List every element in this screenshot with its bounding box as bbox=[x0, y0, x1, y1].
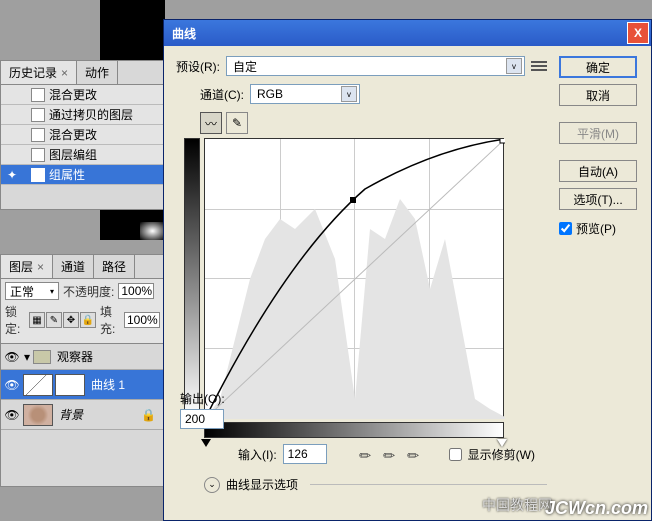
chevron-down-icon: v bbox=[506, 58, 522, 74]
preview-checkbox[interactable] bbox=[559, 222, 572, 235]
layer-group-row[interactable]: 👁 ▾ 观察器 bbox=[1, 344, 164, 370]
output-gradient bbox=[184, 138, 200, 418]
black-point-slider[interactable] bbox=[201, 439, 211, 447]
tab-channels[interactable]: 通道 bbox=[53, 255, 94, 278]
layers-panel: 图层× 通道 路径 正常▾ 不透明度: 100% 锁定: ▦ ✎ ✥ 🔒 填充:… bbox=[0, 254, 165, 487]
white-point-slider[interactable] bbox=[497, 439, 507, 447]
lock-all-icon[interactable]: 🔒 bbox=[80, 312, 96, 328]
lock-move-icon[interactable]: ✥ bbox=[63, 312, 79, 328]
group-expand-icon[interactable]: ▾ bbox=[21, 350, 33, 364]
ok-button[interactable]: 确定 bbox=[559, 56, 637, 78]
curves-dialog: 曲线 X 预设(R): 自定 v 通道(C): RGB v bbox=[163, 19, 652, 521]
eyedrop-gray-icon[interactable] bbox=[379, 441, 404, 466]
mask-thumb bbox=[55, 374, 85, 396]
history-item[interactable]: 混合更改 bbox=[1, 125, 164, 145]
lock-trans-icon[interactable]: ▦ bbox=[29, 312, 45, 328]
lock-label: 锁定: bbox=[5, 303, 25, 337]
visibility-icon[interactable]: 👁 bbox=[3, 406, 21, 424]
tab-paths[interactable]: 路径 bbox=[94, 255, 135, 278]
close-button[interactable]: X bbox=[627, 22, 649, 44]
preset-dropdown[interactable]: 自定 v bbox=[226, 56, 525, 76]
cancel-button[interactable]: 取消 bbox=[559, 84, 637, 106]
fill-label: 填充: bbox=[100, 303, 120, 337]
history-panel: 历史记录× 动作 混合更改 通过拷贝的图层 混合更改 图层编组 ✦组属性 bbox=[0, 60, 165, 210]
visibility-icon[interactable]: 👁 bbox=[3, 376, 21, 394]
lock-paint-icon[interactable]: ✎ bbox=[46, 312, 62, 328]
history-item[interactable]: 混合更改 bbox=[1, 85, 164, 105]
smooth-button: 平滑(M) bbox=[559, 122, 637, 144]
tab-history[interactable]: 历史记录× bbox=[1, 61, 77, 84]
display-options-label: 曲线显示选项 bbox=[226, 476, 298, 493]
eyedrop-white-icon[interactable] bbox=[403, 441, 428, 466]
fill-input[interactable]: 100% bbox=[124, 312, 160, 328]
channel-label: 通道(C): bbox=[200, 86, 244, 103]
opacity-input[interactable]: 100% bbox=[118, 283, 154, 299]
tab-actions[interactable]: 动作 bbox=[77, 61, 118, 84]
watermark-en: JCWcn.com bbox=[545, 498, 648, 519]
blend-mode-select[interactable]: 正常▾ bbox=[5, 282, 59, 300]
curves-thumb bbox=[23, 374, 53, 396]
layer-row[interactable]: 👁 背景 🔒 bbox=[1, 400, 164, 430]
preset-label: 预设(R): bbox=[176, 58, 220, 75]
input-gradient[interactable] bbox=[204, 422, 504, 438]
channel-dropdown[interactable]: RGB v bbox=[250, 84, 360, 104]
dialog-title: 曲线 bbox=[172, 25, 196, 42]
opacity-label: 不透明度: bbox=[63, 283, 114, 300]
folder-icon bbox=[33, 350, 51, 364]
preset-menu-icon[interactable] bbox=[531, 59, 547, 73]
eyedrop-black-icon[interactable] bbox=[355, 441, 380, 466]
history-item[interactable]: 通过拷贝的图层 bbox=[1, 105, 164, 125]
input-label: 输入(I): bbox=[238, 446, 277, 463]
output-value[interactable] bbox=[180, 409, 224, 429]
layer-thumb bbox=[23, 404, 53, 426]
curve-pencil-tool[interactable]: ✎ bbox=[226, 112, 248, 134]
history-item-selected[interactable]: ✦组属性 bbox=[1, 165, 164, 185]
curve-svg bbox=[205, 139, 505, 419]
visibility-icon[interactable]: 👁 bbox=[3, 348, 21, 366]
show-clipping-checkbox[interactable] bbox=[449, 448, 462, 461]
output-label: 输出(O): bbox=[180, 390, 240, 407]
curve-graph[interactable] bbox=[204, 138, 504, 418]
chevron-down-icon: v bbox=[341, 86, 357, 102]
tab-close[interactable]: × bbox=[61, 66, 68, 80]
options-button[interactable]: 选项(T)... bbox=[559, 188, 637, 210]
preview-label: 预览(P) bbox=[576, 220, 616, 237]
auto-button[interactable]: 自动(A) bbox=[559, 160, 637, 182]
dialog-titlebar[interactable]: 曲线 X bbox=[164, 20, 651, 46]
layer-row-selected[interactable]: 👁 曲线 1 bbox=[1, 370, 164, 400]
history-brush-icon: ✦ bbox=[5, 168, 19, 182]
expand-options-button[interactable]: ⌄ bbox=[204, 477, 220, 493]
history-item[interactable]: 图层编组 bbox=[1, 145, 164, 165]
curve-point-tool[interactable]: 〰 bbox=[200, 112, 222, 134]
tab-close[interactable]: × bbox=[37, 260, 44, 274]
show-clipping-label: 显示修剪(W) bbox=[468, 446, 535, 463]
tab-layers[interactable]: 图层× bbox=[1, 255, 53, 278]
input-value[interactable] bbox=[283, 444, 327, 464]
watermark-cn: 中国教程网 bbox=[482, 495, 552, 515]
lock-icon: 🔒 bbox=[141, 408, 156, 422]
